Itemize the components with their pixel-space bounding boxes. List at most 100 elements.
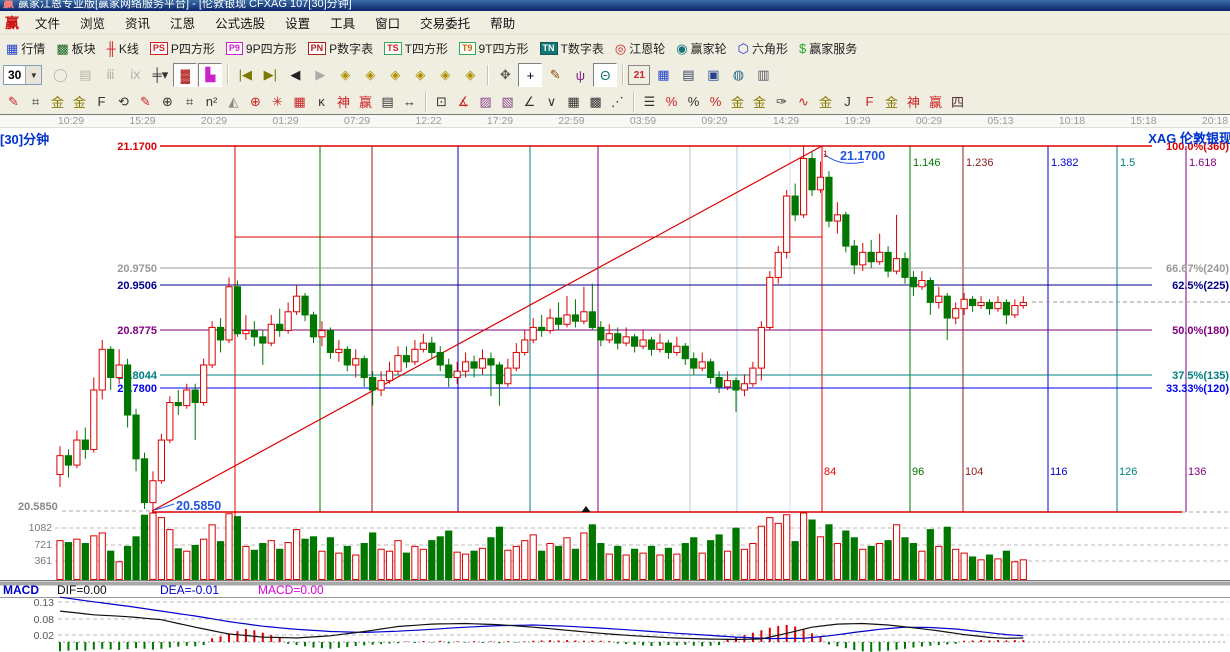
chip-distribution-icon[interactable]: ▓ bbox=[173, 63, 197, 87]
draw-tool-icon-22[interactable]: ∡ bbox=[453, 91, 474, 112]
print-icon[interactable]: ▥ bbox=[751, 63, 775, 87]
volume-profile-icon[interactable]: ▙ bbox=[198, 63, 222, 87]
nav-expand-icon[interactable]: ◈ bbox=[383, 63, 407, 87]
draw-tool-icon-25[interactable]: ∠ bbox=[519, 91, 540, 112]
draw-tool-icon-42[interactable]: 金 bbox=[881, 91, 902, 112]
macd-dea-line bbox=[60, 597, 1023, 638]
draw-tool-icon-19[interactable]: ↔ bbox=[399, 91, 420, 112]
pencil-tool-icon[interactable]: ✎ bbox=[543, 63, 567, 87]
draw-tool-icon-11[interactable]: ◭ bbox=[223, 91, 244, 112]
draw-tool-icon-26[interactable]: ∨ bbox=[541, 91, 562, 112]
draw-tool-icon-3[interactable]: 金 bbox=[47, 91, 68, 112]
draw-tool-icon-9[interactable]: ⌗ bbox=[179, 91, 200, 112]
calculator-icon[interactable]: ▦ bbox=[651, 63, 675, 87]
toolbar-button-t-square[interactable]: TST四方形 bbox=[382, 39, 450, 58]
last-page-icon[interactable]: ▶| bbox=[258, 63, 282, 87]
menu-item-6[interactable]: 设置 bbox=[275, 11, 320, 34]
page-prev-icon[interactable]: ◀ bbox=[283, 63, 307, 87]
toolbar-button-sectors[interactable]: ▩板块 bbox=[54, 39, 97, 58]
zoom-out-icon[interactable]: ◈ bbox=[458, 63, 482, 87]
menu-item-3[interactable]: 资讯 bbox=[115, 11, 160, 34]
draw-tool-icon-23[interactable]: ▨ bbox=[475, 91, 496, 112]
toolbar-button-kline[interactable]: ╫K线 bbox=[105, 39, 141, 58]
toolbar-button-9t-square[interactable]: T99T四方形 bbox=[457, 39, 531, 58]
menu-item-10[interactable]: 帮助 bbox=[480, 11, 525, 34]
draw-tool-icon-21[interactable]: ⊡ bbox=[431, 91, 452, 112]
network-icon[interactable]: ◍ bbox=[726, 63, 750, 87]
pan-hand-icon[interactable]: ✥ bbox=[493, 63, 517, 87]
draw-tool-icon-35[interactable]: 金 bbox=[727, 91, 748, 112]
toolbar-button-p-number-table[interactable]: PNP数字表 bbox=[306, 39, 376, 58]
draw-tool-icon-15[interactable]: ĸ bbox=[311, 91, 332, 112]
period-combo[interactable]: 30▼ bbox=[3, 65, 42, 85]
toolbar-button-9p-square[interactable]: P99P四方形 bbox=[224, 39, 299, 58]
toolbar-button-quotes[interactable]: ▦行情 bbox=[4, 39, 47, 58]
draw-tool-icon-18[interactable]: ▤ bbox=[377, 91, 398, 112]
draw-tool-icon-36[interactable]: 金 bbox=[749, 91, 770, 112]
nav-left-icon[interactable]: ◈ bbox=[333, 63, 357, 87]
draw-tool-icon-40[interactable]: J bbox=[837, 91, 858, 112]
draw-tool-icon-43[interactable]: 神 bbox=[903, 91, 924, 112]
notes-icon[interactable]: ▤ bbox=[676, 63, 700, 87]
menu-item-9[interactable]: 交易委托 bbox=[410, 11, 480, 34]
draw-tool-icon-7[interactable]: ✎ bbox=[135, 91, 156, 112]
draw-tool-icon-45[interactable]: 四 bbox=[947, 91, 968, 112]
draw-tool-icon-16[interactable]: 神 bbox=[333, 91, 354, 112]
save-icon[interactable]: ▣ bbox=[701, 63, 725, 87]
draw-tool-icon-17[interactable]: 赢 bbox=[355, 91, 376, 112]
toolbar-button-p-square[interactable]: PSP四方形 bbox=[148, 39, 217, 58]
menu-item-4[interactable]: 江恩 bbox=[160, 11, 205, 34]
draw-tool-icon-1[interactable]: ✎ bbox=[3, 91, 24, 112]
toolbar-button-winner-service[interactable]: $赢家服务 bbox=[797, 39, 859, 58]
page-next-icon[interactable]: ▶ bbox=[308, 63, 332, 87]
nav-compress-icon[interactable]: ◈ bbox=[408, 63, 432, 87]
toolbar-button-gann-wheel[interactable]: ◎江恩轮 bbox=[613, 39, 667, 58]
draw-tool-icon-44[interactable]: 赢 bbox=[925, 91, 946, 112]
draw-tool-icon-2[interactable]: ⌗ bbox=[25, 91, 46, 112]
menu-item-1[interactable]: 文件 bbox=[25, 11, 70, 34]
crosshair-icon[interactable]: + bbox=[518, 63, 542, 87]
gann-tool-icon[interactable]: ψ bbox=[568, 63, 592, 87]
calendar-icon[interactable]: 21 bbox=[628, 65, 650, 85]
first-page-icon[interactable]: |◀ bbox=[233, 63, 257, 87]
draw-tool-icon-8[interactable]: ⊕ bbox=[157, 91, 178, 112]
price-chart-canvas[interactable]: 841.146961.2361041.3821161.51261.6181362… bbox=[0, 128, 1230, 652]
menu-item-8[interactable]: 窗口 bbox=[365, 11, 410, 34]
draw-tool-icon-32[interactable]: % bbox=[661, 91, 682, 112]
draw-tool-icon-14[interactable]: ▦ bbox=[289, 91, 310, 112]
draw-tool-icon-4[interactable]: 金 bbox=[69, 91, 90, 112]
draw-tool-icon-10[interactable]: n² bbox=[201, 91, 222, 112]
draw-tool-icon-31[interactable]: ☰ bbox=[639, 91, 660, 112]
zoom-in-icon[interactable]: ◈ bbox=[433, 63, 457, 87]
draw-tool-icon-12[interactable]: ⊕ bbox=[245, 91, 266, 112]
draw-tool-icon-34[interactable]: % bbox=[705, 91, 726, 112]
draw-tool-icon-39[interactable]: 金 bbox=[815, 91, 836, 112]
draw-tool-icon-5[interactable]: F bbox=[91, 91, 112, 112]
title-bar[interactable]: 赢赢家江恩专业版[赢家网络服务平台] - [伦敦银现 CFXAG 107[30]… bbox=[0, 0, 1230, 11]
volume-bar bbox=[65, 543, 71, 580]
draw-tool-icon-37[interactable]: ✑ bbox=[771, 91, 792, 112]
menu-item-2[interactable]: 浏览 bbox=[70, 11, 115, 34]
chevron-down-icon[interactable]: ▼ bbox=[25, 66, 41, 84]
toolbar-button-t-number-table[interactable]: TNT数字表 bbox=[538, 39, 606, 58]
draw-tool-icon-24[interactable]: ▧ bbox=[497, 91, 518, 112]
menu-item-5[interactable]: 公式选股 bbox=[205, 11, 275, 34]
draw-tool-icon-33[interactable]: % bbox=[683, 91, 704, 112]
menu-item-7[interactable]: 工具 bbox=[320, 11, 365, 34]
toolbar-button-hexagon[interactable]: ⬡六角形 bbox=[736, 39, 790, 58]
draw-tool-icon-38[interactable]: ∿ bbox=[793, 91, 814, 112]
draw-tool-icon-29[interactable]: ⋰ bbox=[607, 91, 628, 112]
candle bbox=[750, 368, 756, 384]
toolbar-button-winner-wheel[interactable]: ◉赢家轮 bbox=[674, 39, 728, 58]
draw-tool-icon-41[interactable]: F bbox=[859, 91, 880, 112]
p-square-label: P四方形 bbox=[171, 40, 215, 57]
nav-right-icon[interactable]: ◈ bbox=[358, 63, 382, 87]
draw-tool-icon-27[interactable]: ▦ bbox=[563, 91, 584, 112]
draw-tool-icon-13[interactable]: ✳ bbox=[267, 91, 288, 112]
chart-area[interactable]: 841.146961.2361041.3821161.51261.6181362… bbox=[0, 128, 1230, 652]
draw-tool-icon-6[interactable]: ⟲ bbox=[113, 91, 134, 112]
volume-bar bbox=[217, 542, 223, 580]
candle-style-icon[interactable]: ╪▾ bbox=[148, 63, 172, 87]
smart-analysis-icon[interactable]: Θ bbox=[593, 63, 617, 87]
draw-tool-icon-28[interactable]: ▩ bbox=[585, 91, 606, 112]
